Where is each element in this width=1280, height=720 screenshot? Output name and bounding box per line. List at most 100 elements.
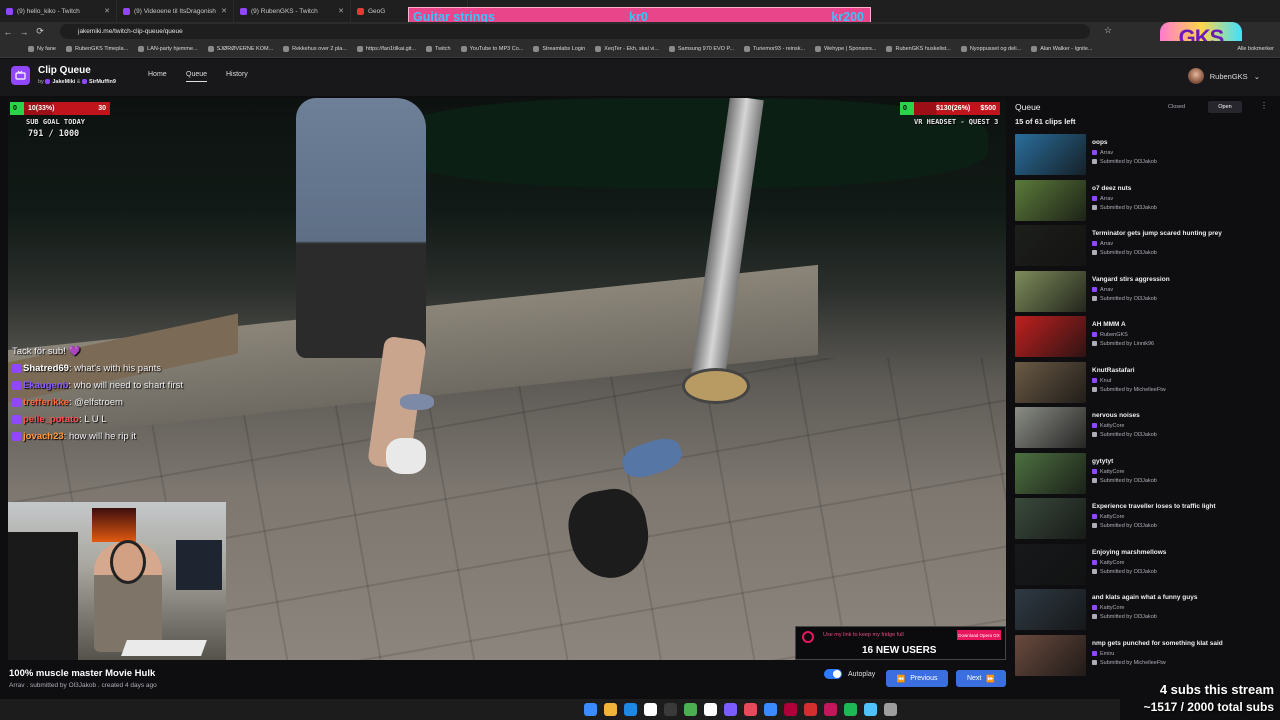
- author-link[interactable]: SirMuffin9: [89, 79, 116, 85]
- chat-username: jovach23: [23, 431, 64, 442]
- queue-item[interactable]: gytytyt KattyCore Submitted by Ol3Jakob: [1015, 452, 1277, 496]
- bookmark-item[interactable]: LAN-party hjemme...: [138, 46, 198, 52]
- queue-item[interactable]: nervous noises KattyCore Submitted by Ol3J…: [1015, 407, 1277, 450]
- queue-closed-button[interactable]: Closed: [1168, 104, 1185, 110]
- autoplay-toggle[interactable]: Autoplay: [824, 669, 875, 679]
- toggle-switch[interactable]: [824, 669, 842, 679]
- browser-tab[interactable]: (9) Videoene til ItsDragonish ✕: [117, 0, 234, 22]
- queue-item[interactable]: nmp gets punched for something klat said…: [1015, 634, 1277, 678]
- nav-home[interactable]: Home: [148, 71, 167, 78]
- taskbar-app-icon[interactable]: [743, 703, 757, 716]
- monitor: [176, 540, 222, 590]
- clip-title: o7 deez nuts: [1092, 184, 1132, 192]
- bookmark-item[interactable]: Turiemor93 - reinsk...: [744, 46, 805, 52]
- bookmark-item[interactable]: Alan Walker - Ignite...: [1031, 46, 1093, 52]
- browser-tab[interactable]: (9) hello_kiko - Twitch ✕: [0, 0, 117, 22]
- clip-video-player[interactable]: 0 10(33%) 30 SUB GOAL TODAY 791 / 1000 0…: [8, 98, 1006, 660]
- clip-thumbnail[interactable]: [1015, 316, 1086, 357]
- taskbar-app-icon[interactable]: [763, 703, 777, 716]
- bookmark-item[interactable]: Ny fane: [28, 46, 56, 52]
- queue-item[interactable]: oops Arrav Submitted by Ol3Jakob: [1015, 134, 1277, 177]
- clip-thumbnail[interactable]: [1015, 589, 1086, 630]
- clip-thumbnail[interactable]: [1015, 498, 1086, 539]
- clip-thumbnail[interactable]: [1015, 361, 1086, 403]
- taskbar-app-icon[interactable]: [623, 703, 637, 716]
- taskbar-app-icon[interactable]: [863, 703, 877, 716]
- taskbar-app-icon[interactable]: [703, 703, 717, 716]
- queue-item[interactable]: Terminator gets jump scared hunting prey…: [1015, 225, 1277, 268]
- queue-item[interactable]: AH MMM A RubenGKS Submitted by Linnik96: [1015, 316, 1277, 359]
- nav-history[interactable]: History: [226, 71, 248, 78]
- bookmark-label: Ny fane: [37, 46, 56, 52]
- clip-thumbnail[interactable]: [1015, 225, 1086, 266]
- channel-name: Knut: [1100, 377, 1112, 384]
- close-icon[interactable]: ✕: [104, 7, 110, 15]
- clip-submitter: Submitted by Ol3Jakob: [1092, 569, 1157, 575]
- taskbar-app-icon[interactable]: [783, 703, 797, 716]
- previous-button[interactable]: ⏪ Previous: [886, 670, 948, 687]
- nav-queue[interactable]: Queue: [186, 71, 208, 82]
- bookmark-icon: [356, 46, 363, 52]
- taskbar-app-icon[interactable]: [843, 703, 857, 716]
- queue-item[interactable]: Experience traveller loses to traffic li…: [1015, 498, 1277, 541]
- clip-queue-logo-icon[interactable]: [11, 66, 30, 85]
- clip-thumbnail[interactable]: [1015, 407, 1086, 448]
- bookmark-item[interactable]: SJØRØVERNE KOM...: [207, 46, 273, 52]
- taskbar-app-icon[interactable]: [803, 703, 817, 716]
- close-icon[interactable]: ✕: [338, 7, 344, 15]
- more-options-icon[interactable]: ⋮: [1260, 101, 1268, 110]
- user-icon: [1092, 568, 1097, 574]
- taskbar-app-icon[interactable]: [883, 703, 897, 716]
- tab-label: (9) RubenGKS - Twitch: [251, 7, 318, 15]
- queue-item[interactable]: KnutRastafari Knut Submitted by MichelleeF…: [1015, 361, 1277, 405]
- twitch-icon: [1092, 605, 1097, 611]
- bookmark-item[interactable]: https://fan1tilkai.git...: [356, 46, 416, 52]
- bookmark-item[interactable]: Streamlabs Login: [533, 46, 585, 52]
- clip-thumbnail[interactable]: [1015, 134, 1086, 175]
- bookmark-item[interactable]: YouTube to MP3 Co...: [460, 46, 523, 52]
- taskbar-app-icon[interactable]: [603, 703, 617, 716]
- windows-start-icon[interactable]: [583, 703, 597, 716]
- bookmark-item[interactable]: Rekkehus over 2 pla...: [283, 46, 347, 52]
- queue-item[interactable]: Vangard stirs aggression Arrav Submitted b…: [1015, 270, 1277, 314]
- bookmark-item[interactable]: Twitch: [426, 46, 451, 52]
- twitch-icon: [1092, 332, 1097, 338]
- bookmark-icon: [207, 46, 214, 52]
- star-icon[interactable]: ☆: [1104, 25, 1112, 36]
- clip-thumbnail[interactable]: [1015, 179, 1086, 221]
- clip-thumbnail[interactable]: [1015, 452, 1086, 494]
- bookmark-label: Rekkehus over 2 pla...: [292, 46, 347, 52]
- bookmark-item[interactable]: Wehype | Sponsors...: [815, 46, 876, 52]
- browser-tab[interactable]: (9) RubenGKS - Twitch ✕: [234, 0, 351, 22]
- bookmark-item[interactable]: Samsung 970 EVO P...: [668, 46, 734, 52]
- bookmark-item[interactable]: RubenGKS Timepla...: [65, 46, 128, 52]
- url-field[interactable]: jakemiki.me/twitch-clip-queue/queue: [60, 24, 1090, 39]
- bookmark-item[interactable]: Nyoppusset og deli...: [960, 46, 1021, 52]
- chat-username: pelle_potato: [23, 414, 79, 425]
- queue-item[interactable]: and klats again what a funny guys KattyCo…: [1015, 589, 1277, 632]
- queue-item[interactable]: o7 deez nuts Arrav Submitted by Ol3Jakob: [1015, 179, 1277, 223]
- author-link[interactable]: JakeMiki: [52, 79, 75, 85]
- taskbar-app-icon[interactable]: [823, 703, 837, 716]
- taskbar-app-icon[interactable]: [643, 703, 657, 716]
- all-bookmarks-link[interactable]: Alle bokmerker: [1237, 46, 1274, 52]
- clip-thumbnail[interactable]: [1015, 543, 1086, 585]
- next-button[interactable]: Next ⏩: [956, 670, 1006, 687]
- clip-thumbnail[interactable]: [1015, 270, 1086, 312]
- forward-icon[interactable]: →: [16, 27, 32, 37]
- clip-thumbnail[interactable]: [1015, 634, 1086, 676]
- bookmark-item[interactable]: XeqTer - Ekh, skal vi...: [595, 46, 659, 52]
- queue-item[interactable]: Enjoying marshmellows KattyCore Submitted …: [1015, 543, 1277, 587]
- close-icon[interactable]: ✕: [221, 7, 227, 15]
- webcam-overlay: [8, 502, 226, 660]
- user-icon: [1092, 614, 1097, 620]
- bookmark-item[interactable]: RubenGKS huskelist...: [886, 46, 951, 52]
- back-icon[interactable]: ←: [0, 27, 16, 37]
- reload-icon[interactable]: ⟳: [32, 26, 48, 37]
- taskbar-app-icon[interactable]: [683, 703, 697, 716]
- taskbar-app-icon[interactable]: [663, 703, 677, 716]
- user-menu[interactable]: RubenGKS ⌄: [1187, 68, 1260, 84]
- taskbar-app-icon[interactable]: [723, 703, 737, 716]
- queue-open-button[interactable]: Open: [1208, 101, 1242, 113]
- user-icon: [1092, 386, 1097, 392]
